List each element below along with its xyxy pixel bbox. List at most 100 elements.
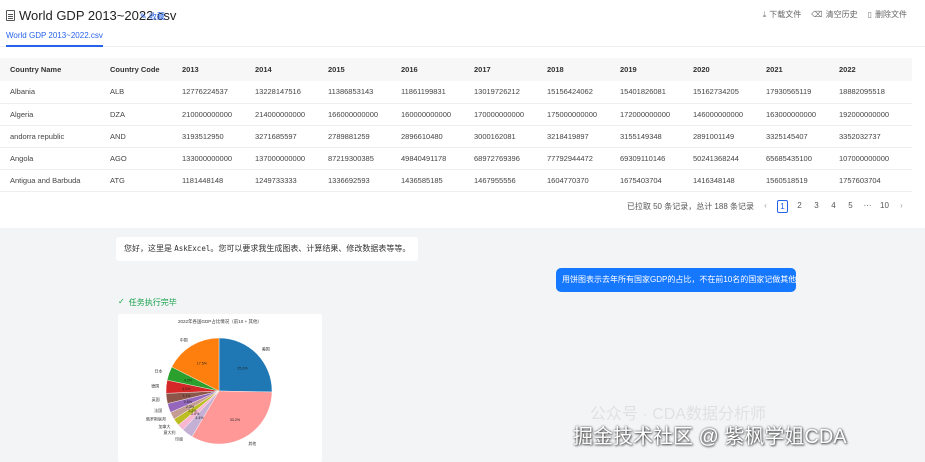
table-cell: Algeria [0, 103, 100, 126]
table-cell: 1436585185 [391, 169, 464, 192]
table-body: Albania ALB 12776224537 13228147516 11386853… [0, 81, 912, 192]
table-cell: 137000000000 [245, 147, 318, 170]
table-cell: 68972769396 [464, 147, 537, 170]
table-cell: 172000000000 [610, 103, 683, 126]
table-cell: 50241368244 [683, 147, 756, 170]
clear-history-button[interactable]: ⌫ 清空历史 [811, 9, 857, 20]
table-cell: 2891001149 [683, 125, 756, 148]
pie-slice-percent: 2.8% [184, 400, 193, 404]
column-header: 2019 [620, 65, 637, 74]
table-cell: 11861199831 [391, 81, 464, 104]
pie-slices [165, 337, 273, 445]
table-cell: 1467955556 [464, 169, 537, 192]
delete-file-button[interactable]: ▯ 删除文件 [868, 9, 907, 20]
table-row[interactable]: Albania ALB 12776224537 13228147516 11386853… [0, 81, 912, 104]
pie-slice-percent: 4.2% [184, 379, 193, 383]
user-message: 用饼图表示去年所有国家GDP的占比，不在前10名的国家记做其他 [556, 268, 796, 292]
column-header: 2018 [547, 65, 564, 74]
table-row[interactable]: Algeria DZA 210000000000 214000000000 166000… [0, 103, 912, 126]
delete-label: 删除文件 [875, 10, 907, 19]
table-cell: ATG [100, 169, 172, 192]
page-button[interactable]: 3 [811, 200, 822, 213]
table-cell: 1416348148 [683, 169, 756, 192]
watermark: 掘金技术社区 @ 紫枫学姐CDA [573, 426, 847, 448]
pie-slice-label: 俄罗斯联邦 [146, 416, 166, 422]
table-cell: 1675403704 [610, 169, 683, 192]
table-cell: 15156424062 [537, 81, 610, 104]
table-cell: 3193512950 [172, 125, 245, 148]
favorite-button[interactable]: ✎ 收藏 [140, 11, 165, 22]
pie-slice-label: 英国 [152, 396, 160, 402]
table-cell: 1560518519 [756, 169, 829, 192]
table-cell: AND [100, 125, 172, 148]
table-cell: 175000000000 [537, 103, 610, 126]
table-header-row: Country Name Country Code 2013 2014 2015… [0, 58, 912, 81]
pie-slice-label: 其他 [248, 440, 256, 446]
column-header: 2021 [766, 65, 783, 74]
pie-slice-percent: 3.1% [182, 394, 191, 398]
table-cell: AGO [100, 147, 172, 170]
page-button[interactable]: 1 [777, 200, 788, 213]
next-page-button[interactable]: › [896, 200, 907, 213]
prev-page-button[interactable]: ‹ [760, 200, 771, 213]
table-cell: 3218419897 [537, 125, 610, 148]
table-row[interactable]: Angola AGO 133000000000 137000000000 8721930… [0, 147, 912, 170]
table-cell: andorra republic [0, 125, 100, 148]
greeting-app-name: AskExcel [174, 244, 211, 253]
table-cell: 13019726212 [464, 81, 537, 104]
table-cell: 1604770370 [537, 169, 610, 192]
table-cell: 1181448148 [172, 169, 245, 192]
data-panel: World GDP 2013~2022.csv ✎ 收藏 ⤓ 下载文件 ⌫ 清空历史… [0, 0, 925, 228]
pie-slice-label: 日本 [154, 368, 162, 374]
table-cell: 3325145407 [756, 125, 829, 148]
chart-title: 2022年各国GDP占比情况（前10 + 其他） [178, 318, 262, 325]
record-summary: 已拉取 50 条记录，总计 188 条记录 [626, 202, 754, 211]
download-icon: ⤓ [762, 9, 767, 19]
table-cell: 18882095518 [829, 81, 912, 104]
table-cell: 77792944472 [537, 147, 610, 170]
page-button[interactable]: 2 [794, 200, 805, 213]
table-cell: 3352032737 [829, 125, 912, 148]
page-ellipsis[interactable]: ··· [862, 200, 873, 213]
greeting-prefix: 您好，这里是 [124, 244, 175, 253]
table-cell: 49840491178 [391, 147, 464, 170]
column-header: 2014 [255, 65, 272, 74]
trash-icon: ▯ [867, 10, 872, 19]
assistant-greeting: 您好，这里是 AskExcel。您可以要求我生成图表、计算结果、修改数据表等等。 [116, 237, 419, 261]
file-actions: ⤓ 下载文件 ⌫ 清空历史 ▯ 删除文件 [763, 9, 907, 20]
chart-card[interactable]: 2022年各国GDP占比情况（前10 + 其他） 美国 25.3% 其他 33.2% 印… [118, 314, 322, 462]
pie-slice-label: 美国 [262, 345, 270, 351]
download-button[interactable]: ⤓ 下载文件 [763, 9, 802, 20]
page-button[interactable]: 5 [845, 200, 856, 213]
table-row[interactable]: Antigua and Barbuda ATG 1181448148 12497333… [0, 169, 912, 192]
column-header: 2020 [693, 65, 710, 74]
task-status-label: 任务执行完毕 [128, 298, 177, 307]
table-cell: 2789881259 [318, 125, 391, 148]
table-cell: Albania [0, 81, 100, 104]
table-cell: 15401826081 [610, 81, 683, 104]
column-header: Country Code [110, 65, 160, 74]
pie-slice-label: 德国 [151, 383, 159, 389]
page-button[interactable]: 10 [879, 200, 890, 213]
table-row[interactable]: andorra republic AND 3193512950 3271685597 2… [0, 125, 912, 148]
file-icon [6, 10, 15, 21]
table-cell: 17930565119 [756, 81, 829, 104]
column-header: 2017 [474, 65, 491, 74]
table-cell: Antigua and Barbuda [0, 169, 100, 192]
pie-slice-label: 印度 [175, 436, 183, 442]
column-header: 2022 [839, 65, 856, 74]
table-cell: 65685435100 [756, 147, 829, 170]
table-cell: 3155149348 [610, 125, 683, 148]
pie-slice-percent: 3.4% [195, 416, 204, 420]
table-cell: 166000000000 [318, 103, 391, 126]
page-button[interactable]: 4 [828, 200, 839, 213]
table-cell: 170000000000 [464, 103, 537, 126]
pie-slice-label: 加拿大 [158, 423, 170, 429]
table-cell: 1757603704 [829, 169, 912, 192]
table-cell: 3000162081 [464, 125, 537, 148]
table-cell: 1249733333 [245, 169, 318, 192]
tab-world-gdp[interactable]: World GDP 2013~2022.csv [6, 31, 103, 47]
pie-chart: 2022年各国GDP占比情况（前10 + 其他） 美国 25.3% 其他 33.2% 印… [146, 318, 273, 446]
column-header: 2015 [328, 65, 345, 74]
table-cell: 210000000000 [172, 103, 245, 126]
